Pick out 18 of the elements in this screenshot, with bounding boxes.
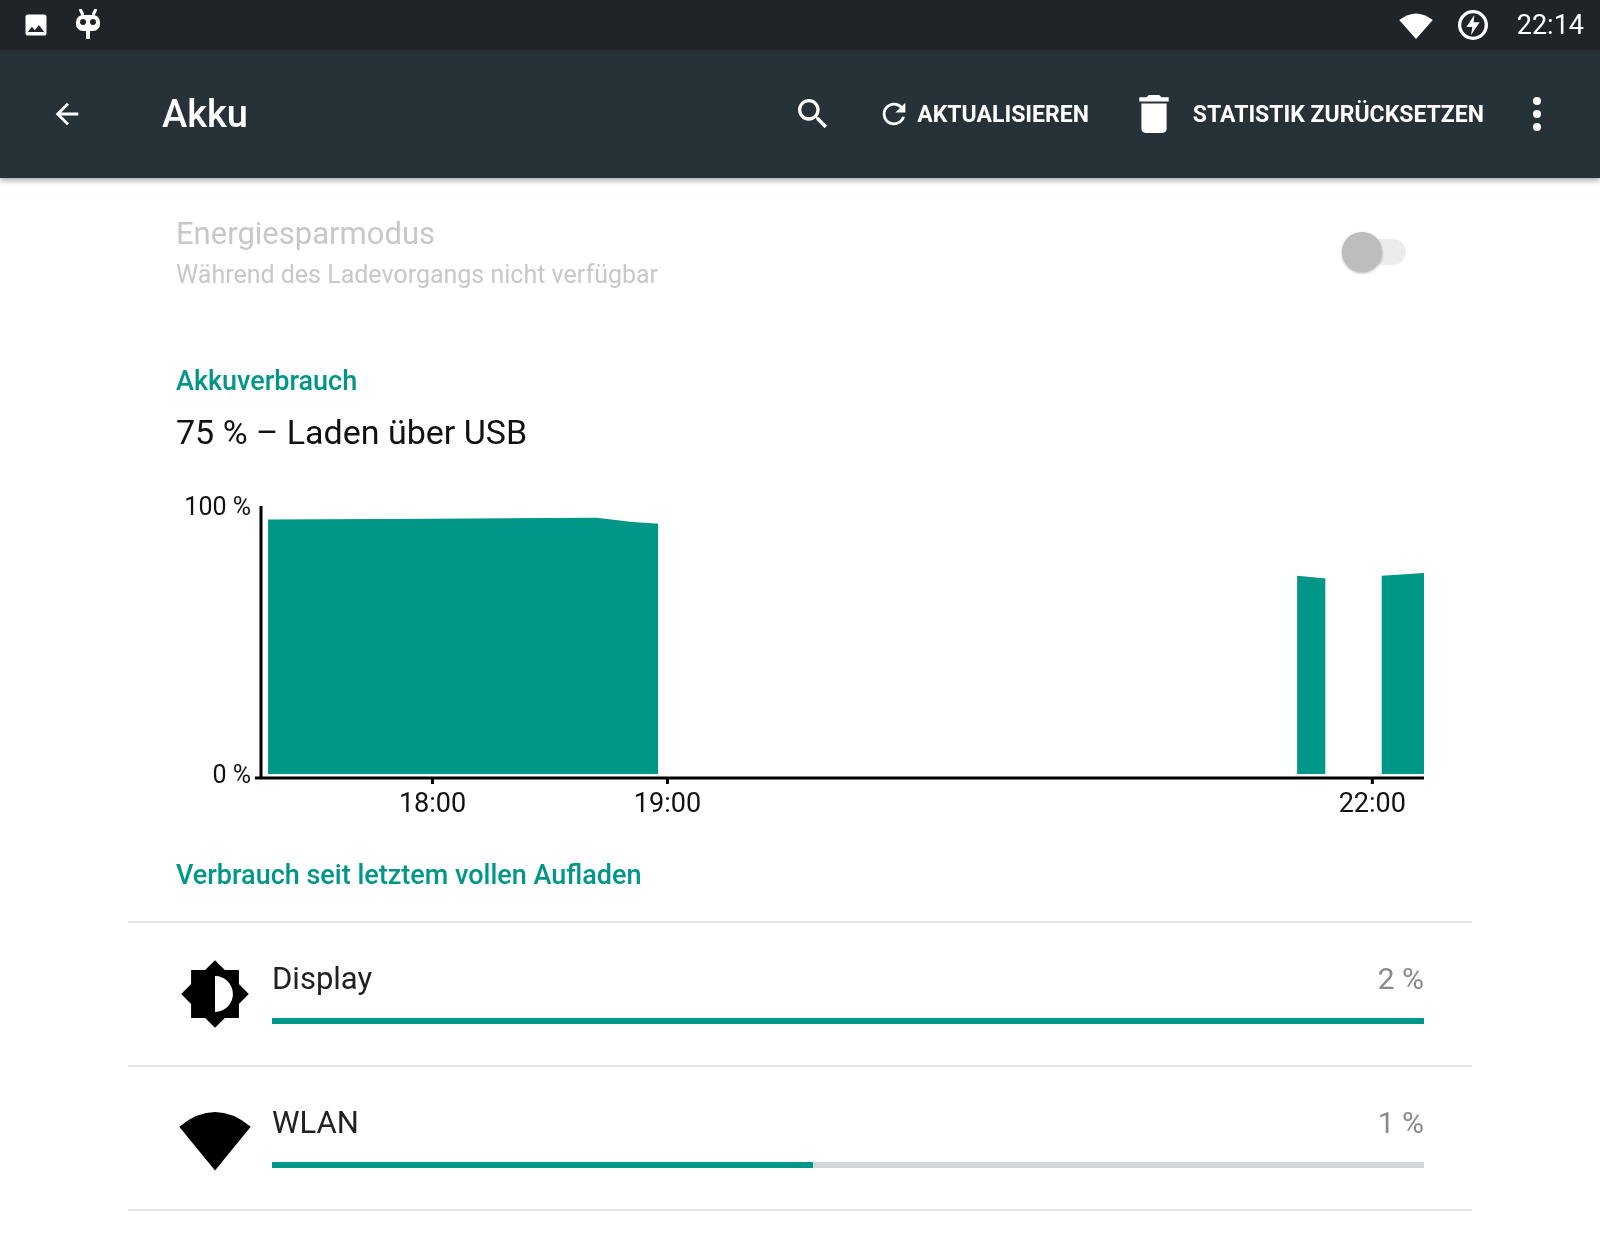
usage-list-item[interactable]: Display 2 %: [128, 921, 1472, 1065]
y-tick-label: 0 %: [212, 760, 251, 789]
section-header: Akkuverbrauch: [176, 365, 359, 397]
x-tick-label: 22:00: [1338, 787, 1406, 819]
reset-button[interactable]: STATISTIK ZURÜCKSETZEN: [1126, 85, 1492, 143]
y-tick-label: 100 %: [184, 492, 251, 521]
refresh-button[interactable]: AKTUALISIEREN: [869, 89, 1097, 139]
app-name: Display: [272, 960, 373, 997]
x-tick-label: 18:00: [398, 787, 467, 819]
x-tick-label: 19:00: [633, 787, 702, 819]
usage-percent: 2 %: [1377, 961, 1424, 996]
app-name: WLAN: [272, 1104, 359, 1141]
usage-percent: 1 %: [1377, 1105, 1424, 1140]
screen-title: Akku: [162, 92, 248, 136]
section-header: Verbrauch seit letztem vollen Aufladen: [176, 859, 643, 891]
clock-time: 22:14: [1516, 9, 1584, 41]
battery-status: 75 % – Laden über USB: [176, 412, 529, 452]
usage-list-item[interactable]: WLAN 1 %: [128, 1065, 1472, 1211]
